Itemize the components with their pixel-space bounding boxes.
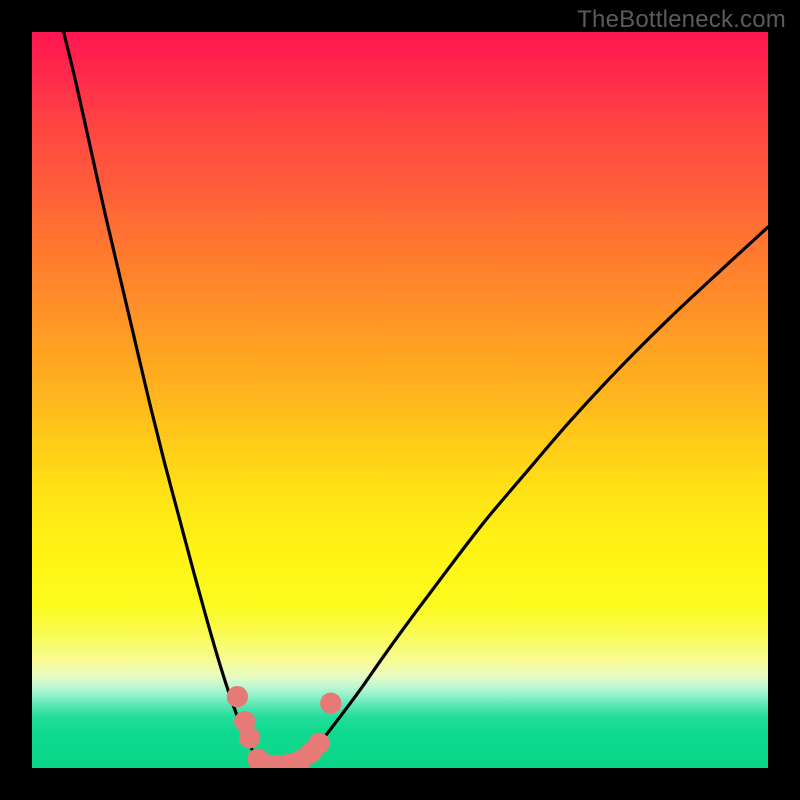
watermark-text: TheBottleneck.com [577, 6, 786, 34]
curve-layer [32, 32, 768, 768]
data-marker [320, 693, 341, 714]
plot-area [32, 32, 768, 768]
data-marker [227, 686, 248, 707]
left-branch-curve [64, 32, 266, 766]
marker-group [227, 686, 342, 768]
chart-frame: TheBottleneck.com [0, 0, 800, 800]
right-branch-curve [293, 227, 768, 766]
data-marker [239, 727, 260, 748]
data-marker [308, 733, 329, 754]
